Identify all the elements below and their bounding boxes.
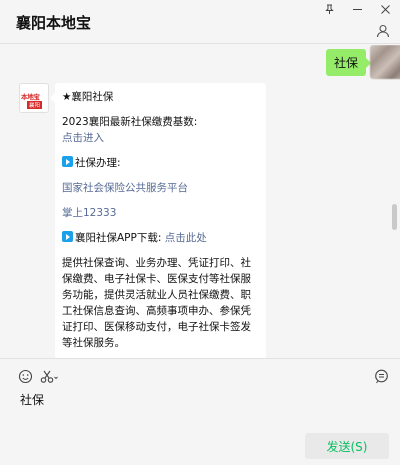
base-title: 2023襄阳最新社保缴费基数: (62, 116, 198, 128)
message-input[interactable]: 社保 (20, 391, 44, 408)
app-label: 襄阳社保APP下载: (75, 232, 162, 244)
pin-icon[interactable] (322, 2, 336, 16)
contact-avatar[interactable]: 本地宝 襄阳 (19, 83, 49, 113)
play-icon (62, 156, 73, 167)
scrollbar[interactable] (392, 204, 397, 230)
received-message-row: 本地宝 襄阳 ★襄阳社保 2023襄阳最新社保缴费基数: 点击进入 社保办理: … (19, 83, 266, 358)
reply-header: ★襄阳社保 (62, 91, 114, 103)
minimize-icon[interactable] (350, 2, 364, 16)
received-message-bubble: ★襄阳社保 2023襄阳最新社保缴费基数: 点击进入 社保办理: 国家社会保险公… (50, 83, 266, 358)
chat-history-icon[interactable] (374, 369, 390, 385)
service-link-2[interactable]: 掌上12333 (62, 207, 116, 219)
scissors-icon[interactable] (40, 369, 60, 385)
service-link-1[interactable]: 国家社会保险公共服务平台 (62, 182, 188, 194)
sent-message-bubble[interactable]: 社保 (325, 49, 372, 76)
base-link[interactable]: 点击进入 (62, 132, 104, 144)
avatar-logo-badge: 襄阳 (27, 101, 43, 109)
window-controls (322, 2, 392, 16)
input-area: 社保 发送(S) (0, 358, 400, 465)
send-button[interactable]: 发送(S) (305, 433, 389, 459)
close-icon[interactable] (378, 2, 392, 16)
message-list[interactable]: 社保 本地宝 襄阳 ★襄阳社保 2023襄阳最新社保缴费基数: 点击进入 社保办… (0, 45, 400, 358)
chat-title: 襄阳本地宝 (16, 14, 92, 32)
avatar-logo-text: 本地宝 (21, 93, 40, 101)
person-icon[interactable] (376, 23, 390, 38)
title-bar: 襄阳本地宝 (0, 0, 400, 44)
service-heading: 社保办理: (75, 157, 121, 169)
sent-message-row: 社保 (325, 45, 400, 79)
emoji-icon[interactable] (18, 369, 34, 385)
app-link[interactable]: 点击此处 (165, 232, 207, 244)
reply-description: 提供社保查询、业务办理、凭证打印、社保缴费、电子社保卡、医保支付等社保服务功能，… (62, 257, 251, 349)
play-icon (62, 231, 73, 242)
my-avatar[interactable] (370, 45, 400, 79)
